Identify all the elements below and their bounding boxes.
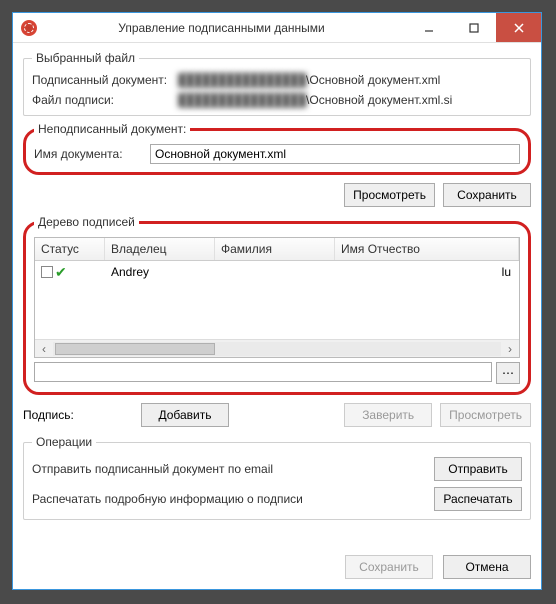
signature-label: Подпись: (23, 408, 133, 422)
sig-file-value: ████████████████\Основной документ.xml.s… (178, 93, 522, 107)
table-body: ✔ Andrey lu (35, 261, 519, 339)
signature-tree-legend: Дерево подписей (34, 215, 139, 229)
col-surname[interactable]: Фамилия (215, 238, 335, 260)
col-name-patronym[interactable]: Имя Отчество (335, 238, 519, 260)
window: Управление подписанными данными Выбранны… (12, 12, 542, 590)
signature-tree-group: Дерево подписей Статус Владелец Фамилия … (23, 215, 531, 395)
row-checkbox[interactable] (41, 266, 53, 278)
sig-file-label: Файл подписи: (32, 93, 172, 107)
unsigned-doc-legend: Неподписанный документ: (34, 122, 190, 136)
checkmark-icon: ✔ (55, 265, 67, 279)
signed-doc-value: ████████████████\Основной документ.xml (178, 73, 522, 87)
cell-surname (215, 270, 335, 274)
footer-cancel-button[interactable]: Отмена (443, 555, 531, 579)
send-email-label: Отправить подписанный документ по email (32, 462, 428, 476)
sig-file-blur: ████████████████ (178, 93, 306, 107)
cell-owner: Andrey (105, 263, 215, 281)
sig-file-row: Файл подписи: ████████████████\Основной … (32, 93, 522, 107)
app-icon (21, 20, 37, 36)
titlebar: Управление подписанными данными (13, 13, 541, 43)
print-info-label: Распечатать подробную информацию о подпи… (32, 492, 428, 506)
minimize-button[interactable] (406, 13, 451, 42)
close-button[interactable] (496, 13, 541, 42)
cell-status: ✔ (35, 263, 105, 281)
unsigned-buttons: Просмотреть Сохранить (23, 183, 531, 207)
table-header: Статус Владелец Фамилия Имя Отчество (35, 238, 519, 261)
scroll-track[interactable] (53, 342, 501, 356)
tree-path-button[interactable]: ⋯ (496, 362, 520, 384)
footer-buttons: Сохранить Отмена (13, 549, 541, 589)
col-owner[interactable]: Владелец (105, 238, 215, 260)
operations-legend: Операции (32, 435, 96, 449)
cell-tail: lu (335, 263, 519, 281)
scroll-thumb[interactable] (55, 343, 215, 355)
window-buttons (406, 13, 541, 42)
scroll-right-icon[interactable]: › (501, 340, 519, 358)
signature-buttons: Подпись: Добавить Заверить Просмотреть (23, 403, 531, 427)
operations-group: Операции Отправить подписанный документ … (23, 435, 531, 520)
tree-path-row: ⋯ (34, 362, 520, 384)
doc-name-row: Имя документа: (34, 144, 520, 164)
certify-button: Заверить (344, 403, 432, 427)
footer-save-button: Сохранить (345, 555, 433, 579)
signed-doc-label: Подписанный документ: (32, 73, 172, 87)
unsigned-doc-group: Неподписанный документ: Имя документа: (23, 122, 531, 175)
send-email-row: Отправить подписанный документ по email … (32, 457, 522, 481)
signed-doc-blur: ████████████████ (178, 73, 306, 87)
window-title: Управление подписанными данными (37, 21, 406, 35)
selected-file-legend: Выбранный файл (32, 51, 139, 65)
ellipsis-icon: ⋯ (502, 366, 514, 380)
doc-name-label: Имя документа: (34, 147, 144, 161)
maximize-button[interactable] (451, 13, 496, 42)
table-row[interactable]: ✔ Andrey lu (35, 261, 519, 283)
selected-file-group: Выбранный файл Подписанный документ: ███… (23, 51, 531, 116)
print-button[interactable]: Распечатать (434, 487, 522, 511)
tree-path-input[interactable] (34, 362, 492, 382)
view-button[interactable]: Просмотреть (344, 183, 435, 207)
col-status[interactable]: Статус (35, 238, 105, 260)
save-unsigned-button[interactable]: Сохранить (443, 183, 531, 207)
signed-doc-row: Подписанный документ: ████████████████\О… (32, 73, 522, 87)
print-info-row: Распечатать подробную информацию о подпи… (32, 487, 522, 511)
content: Выбранный файл Подписанный документ: ███… (13, 43, 541, 549)
signature-table: Статус Владелец Фамилия Имя Отчество ✔ A… (34, 237, 520, 358)
scroll-left-icon[interactable]: ‹ (35, 340, 53, 358)
horizontal-scrollbar[interactable]: ‹ › (35, 339, 519, 357)
send-button[interactable]: Отправить (434, 457, 522, 481)
add-button[interactable]: Добавить (141, 403, 229, 427)
doc-name-input[interactable] (150, 144, 520, 164)
view-signature-button: Просмотреть (440, 403, 531, 427)
